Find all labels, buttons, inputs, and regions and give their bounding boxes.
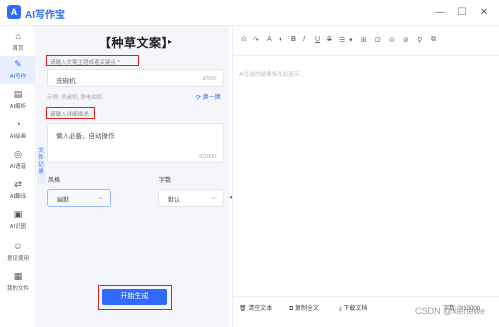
sidebar-item-feedback[interactable]: ☺ 意见使用: [0, 238, 36, 266]
color-icon[interactable]: ◐: [279, 36, 283, 43]
description-textarea[interactable]: 懒人必备，自动操作 9/1000: [47, 123, 224, 163]
editor-toolbar: ⎌ ↷ A ◐ B I U S ☰ ▾ ⊞ ⊡ ⊙ ⊘ ⚲ ⧉: [233, 26, 499, 56]
refresh-icon: ⟳: [196, 95, 203, 101]
minimize-button[interactable]: —: [433, 6, 447, 20]
generate-button-highlight: 开始生成: [98, 285, 172, 310]
panel-title: 【种草文案】: [99, 36, 175, 50]
sidebar-item-my-files[interactable]: ▦ 我的文件: [0, 268, 36, 296]
image-icon[interactable]: ⊡: [375, 36, 381, 44]
redo-icon[interactable]: ↷: [253, 36, 259, 44]
example-tips: 示例: 洗碗机, 联电相机: [47, 95, 103, 101]
document-icon: ▤: [13, 89, 23, 99]
chevron-down-icon: ⌄: [210, 195, 216, 201]
voice-icon: ◎: [14, 149, 22, 159]
translate-icon: ⇄: [14, 179, 22, 189]
style-label: 风格: [48, 178, 61, 184]
sidebar-item-label: AI绘画: [9, 134, 27, 140]
sidebar-item-label: 我的文件: [6, 286, 29, 292]
strikethrough-icon[interactable]: S: [327, 36, 332, 43]
pen-icon: ✎: [14, 59, 22, 69]
chevron-down-icon: ⌄: [97, 195, 103, 201]
title-bar: A AI写作宝 — ☐ ✕: [0, 0, 499, 26]
result-editor: ⎌ ↷ A ◐ B I U S ☰ ▾ ⊞ ⊡ ⊙ ⊘ ⚲ ⧉ AI生成的结果将…: [232, 26, 499, 327]
font-icon[interactable]: A: [267, 36, 272, 43]
sidebar-item-ai-writing[interactable]: ✎ AI写作: [0, 56, 36, 84]
app-title: AI写作宝: [25, 10, 65, 21]
trash-icon: 🗑: [239, 306, 249, 312]
bold-icon[interactable]: B: [291, 36, 296, 43]
words-value: 默认: [168, 198, 181, 204]
download-doc-label: 下载文档: [343, 306, 368, 312]
sidebar-item-label: AI识图: [9, 224, 27, 230]
app-logo-icon: A: [7, 5, 21, 19]
sidebar-item-label: 意见使用: [6, 256, 29, 262]
desc-label: 请输入详细描述: [50, 112, 89, 118]
sidebar-item-ai-image-recognition[interactable]: ▣ AI识图: [0, 206, 36, 234]
editor-placeholder[interactable]: AI生成的结果将在此显示...: [239, 70, 304, 78]
home-icon: ⌂: [15, 31, 21, 41]
copy-icon[interactable]: ⧉: [431, 36, 436, 44]
undo-icon[interactable]: ⎌: [241, 36, 247, 44]
clear-format-icon[interactable]: ⊘: [403, 36, 409, 44]
sidebar-item-label: AI语音: [9, 164, 27, 170]
sidebar-item-label: AI翻译: [9, 194, 27, 200]
words-select[interactable]: 默认 ⌄: [158, 189, 224, 207]
file-record-tab[interactable]: 文件记录: [37, 146, 45, 184]
watermark: CSDN @xiehewe: [415, 306, 486, 316]
theme-char-count: 3/500: [202, 76, 216, 82]
palette-icon: ◔: [15, 119, 21, 129]
swap-link[interactable]: ⟳ 换一换: [196, 92, 221, 101]
theme-label: 请输入文案主题或者关键点 *: [50, 60, 120, 66]
copy-all-label: 复制全文: [294, 306, 319, 312]
style-value: 幽默: [57, 198, 70, 204]
folder-icon: ▦: [13, 271, 23, 281]
theme-input[interactable]: 洗碗机 3/500: [47, 69, 224, 87]
sidebar-item-ai-translate[interactable]: ⇄ AI翻译: [0, 176, 36, 204]
sidebar-item-label: AI写作: [9, 74, 27, 80]
feedback-icon: ☺: [13, 241, 23, 251]
sidebar-item-ai-voice[interactable]: ◎ AI语音: [0, 146, 36, 174]
theme-input-value: 洗碗机: [56, 78, 76, 85]
sidebar-item-ai-analysis[interactable]: ▤ AI解析: [0, 86, 36, 114]
sidebar-item-home[interactable]: ⌂ 首页: [0, 28, 36, 56]
clear-text-button[interactable]: 🗑 清空文本: [239, 303, 272, 312]
image-scan-icon: ▣: [13, 209, 23, 219]
align-icon[interactable]: ☰: [339, 36, 345, 44]
copy-all-button[interactable]: ⧉ 复制全文: [289, 303, 319, 313]
sidebar-item-label: AI解析: [9, 104, 27, 110]
close-button[interactable]: ✕: [477, 6, 491, 20]
emoji-icon[interactable]: ⊙: [389, 36, 395, 44]
table-icon[interactable]: ⊞: [361, 36, 367, 44]
description-value: 懒人必备，自动操作: [56, 133, 115, 140]
link-icon[interactable]: ⚲: [417, 36, 422, 44]
style-select[interactable]: 幽默 ⌄: [47, 189, 111, 207]
generate-button[interactable]: 开始生成: [102, 289, 167, 305]
sidebar-item-label: 首页: [12, 46, 24, 52]
sidebar: ⌂ 首页 ✎ AI写作 ▤ AI解析 ◔ AI绘画 ◎ AI语音 ⇄ AI翻译 …: [0, 26, 36, 327]
chevron-down-icon[interactable]: ▾: [349, 36, 353, 44]
words-label: 字数: [159, 178, 172, 184]
download-doc-button[interactable]: ⤓ 下载文档: [339, 303, 367, 313]
maximize-button[interactable]: ☐: [455, 6, 469, 20]
title-arrow-icon[interactable]: ▸: [168, 37, 172, 46]
sidebar-item-ai-painting[interactable]: ◔ AI绘画: [0, 116, 36, 144]
clear-text-label: 清空文本: [248, 306, 273, 312]
underline-icon[interactable]: U: [315, 36, 320, 43]
description-char-count: 9/1000: [199, 154, 216, 160]
swap-label: 换一换: [202, 95, 221, 101]
italic-icon[interactable]: I: [303, 36, 305, 43]
